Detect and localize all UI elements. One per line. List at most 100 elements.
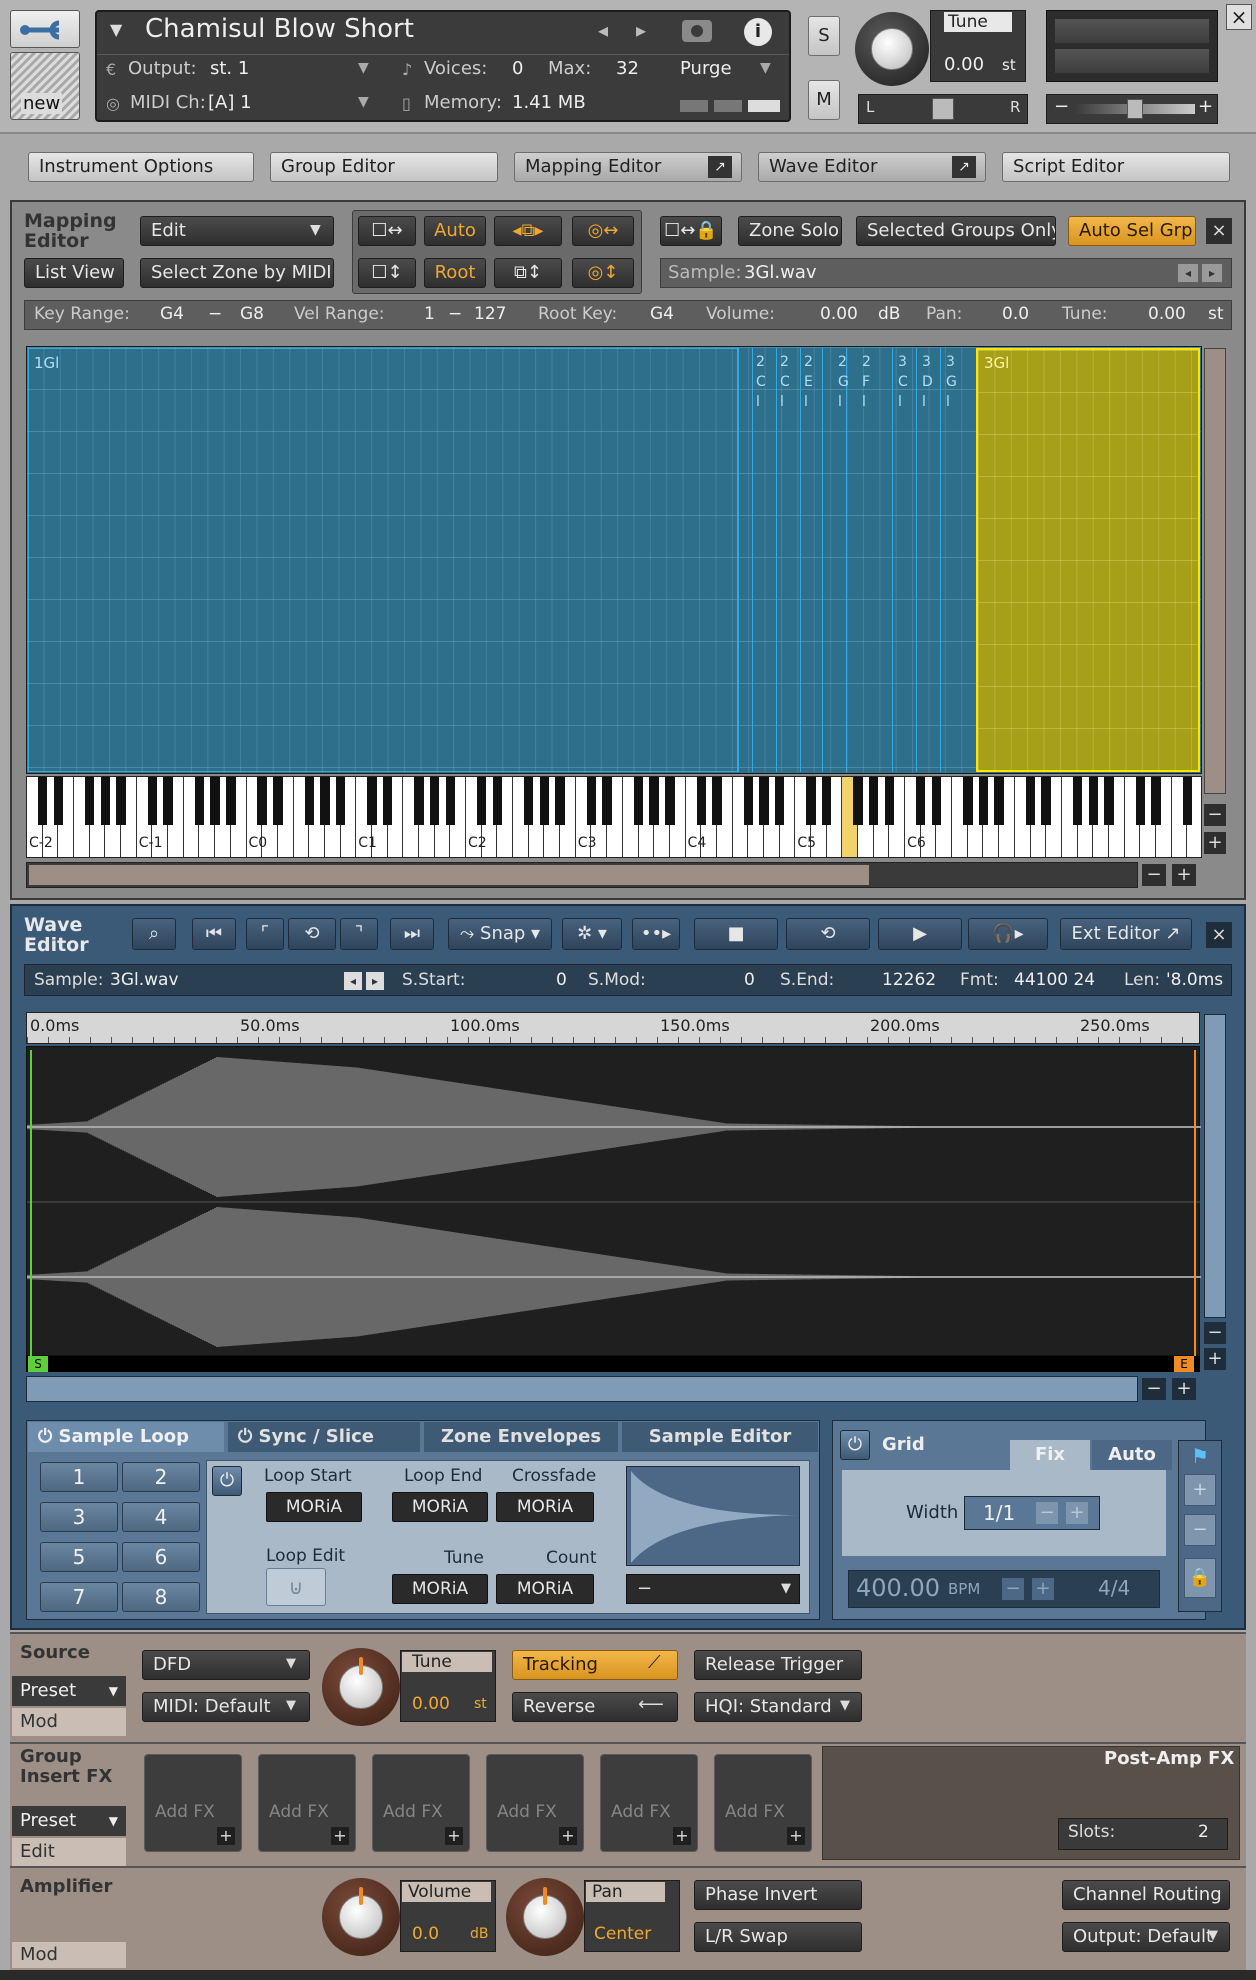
volume-minus[interactable]: −: [1054, 96, 1069, 117]
zone-3gl-selected[interactable]: [976, 348, 1200, 772]
black-key[interactable]: [931, 777, 942, 825]
wave-play-button[interactable]: ▶: [878, 918, 962, 950]
wave-loop-end-button[interactable]: ⌝: [340, 918, 378, 950]
volume-plus[interactable]: +: [1198, 96, 1213, 117]
black-key[interactable]: [382, 777, 393, 825]
black-key[interactable]: [806, 777, 816, 825]
zone-lock-button[interactable]: ☐↔🔒: [660, 216, 722, 246]
sample-start-marker[interactable]: S: [28, 1356, 48, 1372]
wave-loop-start-button[interactable]: ⌜: [246, 918, 284, 950]
sample-end-marker[interactable]: E: [1174, 1356, 1194, 1372]
time-ruler[interactable]: [26, 1012, 1200, 1044]
black-key[interactable]: [1088, 777, 1098, 825]
zone-volume-value[interactable]: 0.00: [820, 304, 858, 324]
wave-hzoom-out[interactable]: −: [1142, 1378, 1166, 1400]
smod-value[interactable]: 0: [744, 970, 755, 990]
zone-rect[interactable]: [752, 348, 776, 772]
black-key[interactable]: [539, 777, 550, 825]
auto-spread-group-key-button[interactable]: ◎↔: [572, 216, 634, 246]
source-tune-value[interactable]: 0.00: [412, 1694, 450, 1714]
width-minus[interactable]: −: [1036, 1502, 1058, 1524]
wave-settings-button[interactable]: ✲ ▾: [562, 918, 622, 950]
black-key[interactable]: [586, 777, 597, 825]
black-key[interactable]: [774, 777, 785, 825]
sstart-value[interactable]: 0: [556, 970, 567, 990]
loop-slot-6[interactable]: 6: [122, 1542, 200, 1572]
black-key[interactable]: [1025, 777, 1036, 825]
black-key[interactable]: [1072, 777, 1083, 825]
snap-button[interactable]: ⤳ Snap ▾: [448, 918, 552, 950]
instrument-name[interactable]: Chamisul Blow Short: [145, 14, 414, 44]
black-key[interactable]: [210, 777, 220, 825]
chevron-down-icon[interactable]: ▼: [840, 1698, 850, 1713]
zone-rect[interactable]: [776, 348, 800, 772]
info-icon[interactable]: i: [744, 18, 772, 46]
wave-hscroll[interactable]: [26, 1376, 1138, 1402]
grid-lock-button[interactable]: 🔒: [1184, 1558, 1216, 1598]
black-key[interactable]: [1041, 777, 1051, 825]
wave-loop-play-button[interactable]: ⟲: [786, 918, 870, 950]
zone-rect[interactable]: [800, 348, 822, 772]
solo-button[interactable]: S: [808, 16, 840, 56]
tab-sample-editor[interactable]: Sample Editor: [622, 1422, 818, 1452]
loop-slot-3[interactable]: 3: [40, 1502, 118, 1532]
black-key[interactable]: [100, 777, 111, 825]
black-key[interactable]: [194, 777, 205, 825]
add-fx-slot[interactable]: Add FX+: [714, 1754, 812, 1852]
add-fx-slot[interactable]: Add FX+: [600, 1754, 698, 1852]
send-value[interactable]: 12262: [882, 970, 936, 990]
tab-instrument-options[interactable]: Instrument Options: [28, 152, 254, 182]
amplifier-mod-tab[interactable]: Mod: [12, 1942, 126, 1968]
black-key[interactable]: [665, 777, 675, 825]
black-key[interactable]: [147, 777, 158, 825]
wave-vzoom-in[interactable]: +: [1204, 1348, 1226, 1370]
auto-map-button[interactable]: Auto: [424, 216, 486, 246]
black-key[interactable]: [273, 777, 283, 825]
black-key[interactable]: [633, 777, 644, 825]
zone-rect[interactable]: [738, 348, 752, 772]
black-key[interactable]: [978, 777, 989, 825]
auto-sel-grp-button[interactable]: Auto Sel Grp: [1068, 216, 1196, 246]
amp-volume-knob[interactable]: [322, 1878, 400, 1956]
grid-fix-tab[interactable]: Fix: [1010, 1440, 1090, 1470]
keyboard-zoom-in[interactable]: +: [1204, 832, 1226, 854]
auto-spread-key-button[interactable]: ☐↔: [358, 216, 416, 246]
bpm-plus[interactable]: +: [1032, 1578, 1054, 1600]
black-key[interactable]: [37, 777, 48, 825]
black-key[interactable]: [53, 777, 64, 825]
black-key[interactable]: [821, 777, 832, 825]
loop-slot-1[interactable]: 1: [40, 1462, 118, 1492]
black-key[interactable]: [1135, 777, 1145, 825]
slots-value[interactable]: 2: [1198, 1822, 1209, 1842]
lr-swap-button[interactable]: L/R Swap: [694, 1922, 862, 1952]
waveform-display[interactable]: [26, 1046, 1201, 1356]
width-plus[interactable]: +: [1066, 1502, 1088, 1524]
loop-tune-value[interactable]: MORiA: [392, 1574, 488, 1604]
zone-rect[interactable]: [916, 348, 940, 772]
loop-slot-2[interactable]: 2: [122, 1462, 200, 1492]
black-key[interactable]: [696, 777, 706, 825]
hqi-select[interactable]: HQI: Standard: [694, 1692, 862, 1722]
wave-vzoom-out[interactable]: −: [1204, 1322, 1226, 1344]
mapping-edit-menu[interactable]: Edit: [140, 216, 334, 246]
black-key[interactable]: [884, 777, 895, 825]
select-zone-by-midi-button[interactable]: Select Zone by MIDI: [140, 258, 334, 288]
black-key[interactable]: [994, 777, 1004, 825]
black-key[interactable]: [320, 777, 330, 825]
keyboard[interactable]: C-2 C-1 C0 C1 C2 C3 C4 C5 C6: [26, 776, 1202, 858]
wave-hzoom-in[interactable]: +: [1172, 1378, 1196, 1400]
tab-sync-slice[interactable]: ⏻ Sync / Slice: [228, 1422, 420, 1452]
mute-button[interactable]: M: [808, 80, 840, 120]
wave-zoom-button[interactable]: ⌕: [132, 918, 176, 950]
resize-zone-button[interactable]: ◂⧉▸: [494, 216, 562, 246]
detach-wave-icon[interactable]: ↗: [952, 156, 976, 178]
tab-zone-envelopes[interactable]: Zone Envelopes: [424, 1422, 618, 1452]
wrench-button[interactable]: [10, 10, 80, 48]
key-range-low[interactable]: G4: [160, 304, 184, 324]
black-key[interactable]: [869, 777, 879, 825]
bpm-minus[interactable]: −: [1002, 1578, 1024, 1600]
grid-auto-tab[interactable]: Auto: [1092, 1440, 1172, 1470]
tab-sample-loop[interactable]: ⏻ Sample Loop: [28, 1422, 224, 1452]
chevron-down-icon[interactable]: ▼: [1208, 1928, 1218, 1943]
wave-stop-button[interactable]: ■: [694, 918, 778, 950]
